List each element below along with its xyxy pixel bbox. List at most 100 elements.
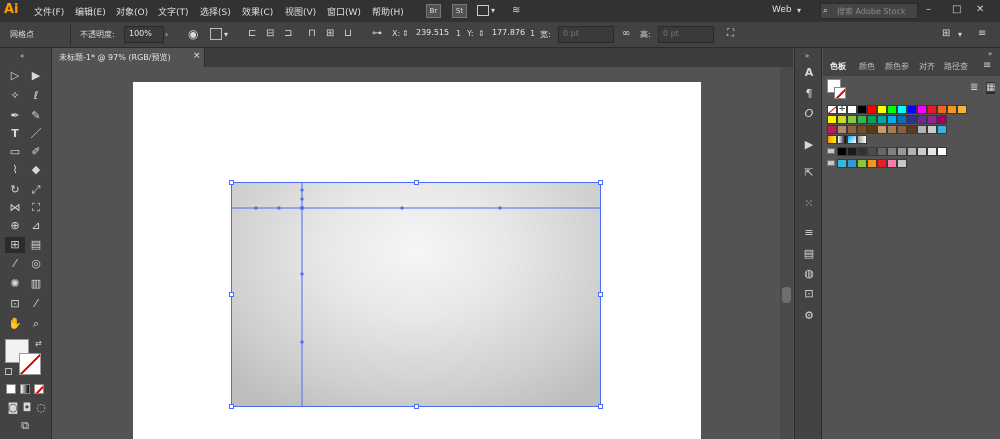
gradient-swatch[interactable] bbox=[827, 135, 837, 144]
bridge-button[interactable]: Br bbox=[426, 4, 441, 18]
color-swatch[interactable] bbox=[927, 125, 937, 134]
grid-view-icon[interactable]: ▦ bbox=[986, 82, 996, 94]
align-right-icon[interactable]: ⊐ bbox=[284, 28, 292, 40]
document-tab[interactable]: 未标题-1* @ 97% (RGB/预览) × bbox=[53, 48, 205, 67]
color-swatch[interactable] bbox=[897, 115, 907, 124]
color-swatch[interactable] bbox=[957, 105, 967, 114]
gray-swatch[interactable] bbox=[847, 147, 857, 156]
stepper-icon[interactable]: ⇕ bbox=[402, 28, 409, 40]
list-view-icon[interactable]: ≣ bbox=[970, 82, 978, 94]
color-swatch[interactable] bbox=[827, 115, 837, 124]
shaper-tool-icon[interactable]: ⌇ bbox=[6, 162, 24, 178]
none-swatch[interactable] bbox=[827, 105, 837, 114]
line-tool-icon[interactable]: ／ bbox=[27, 126, 45, 142]
vertical-scrollbar[interactable] bbox=[780, 67, 793, 439]
gray-swatch[interactable] bbox=[897, 147, 907, 156]
color-swatch[interactable] bbox=[847, 115, 857, 124]
transparency-panel-icon[interactable]: ◍ bbox=[801, 266, 817, 282]
eraser-tool-icon[interactable]: ◆ bbox=[27, 162, 45, 178]
gray-swatch[interactable] bbox=[887, 147, 897, 156]
height-input[interactable]: 0 pt bbox=[658, 26, 714, 43]
stroke-panel-icon[interactable]: ≡ bbox=[801, 225, 817, 241]
direct-selection-tool-icon[interactable]: ▶ bbox=[27, 68, 45, 84]
gradient-swatch[interactable] bbox=[847, 135, 857, 144]
width-input[interactable]: 0 pt bbox=[558, 26, 614, 43]
gray-swatch[interactable] bbox=[917, 147, 927, 156]
arrange-documents-icon[interactable] bbox=[477, 5, 489, 16]
opacity-input[interactable]: 100% bbox=[124, 26, 164, 43]
column-graph-tool-icon[interactable]: ▥ bbox=[27, 276, 45, 292]
symbol-sprayer-tool-icon[interactable]: ✺ bbox=[6, 276, 24, 292]
appearance-panel-icon[interactable]: ⚙ bbox=[801, 308, 817, 324]
mesh-tool-icon[interactable]: ⊞ bbox=[5, 237, 25, 253]
color-group-folder-icon[interactable] bbox=[827, 148, 835, 154]
gradient-swatch[interactable] bbox=[837, 135, 847, 144]
eyedropper-tool-icon[interactable]: ⁄ bbox=[6, 256, 24, 272]
color-swatch[interactable] bbox=[867, 105, 877, 114]
color-swatch[interactable] bbox=[877, 115, 887, 124]
pen-tool-icon[interactable]: ✒ bbox=[6, 108, 24, 124]
color-swatch[interactable] bbox=[897, 125, 907, 134]
link-proportions-icon[interactable]: ∞ bbox=[622, 28, 630, 40]
color-swatch[interactable] bbox=[857, 115, 867, 124]
gray-swatch[interactable] bbox=[907, 147, 917, 156]
chevron-down-icon[interactable]: ▾ bbox=[797, 5, 801, 17]
align-bottom-icon[interactable]: ⊔ bbox=[344, 28, 352, 40]
x-input[interactable]: 239.515 bbox=[412, 26, 454, 43]
group-swatch[interactable] bbox=[887, 159, 897, 168]
collapse-icon[interactable]: » bbox=[805, 50, 809, 62]
color-swatch[interactable] bbox=[887, 125, 897, 134]
hand-tool-icon[interactable]: ✋ bbox=[6, 316, 24, 332]
draw-inside-icon[interactable]: ◌ bbox=[32, 400, 50, 416]
menu-type[interactable]: 文字(T) bbox=[158, 5, 189, 18]
color-swatch[interactable] bbox=[917, 125, 927, 134]
menu-select[interactable]: 选择(S) bbox=[200, 5, 231, 18]
curvature-tool-icon[interactable]: ✎ bbox=[27, 108, 45, 124]
align-vcenter-icon[interactable]: ⊞ bbox=[326, 28, 334, 40]
tab-align[interactable]: 对齐 bbox=[919, 61, 935, 72]
scroll-thumb[interactable] bbox=[782, 287, 791, 303]
menu-edit[interactable]: 编辑(E) bbox=[75, 5, 106, 18]
color-swatch[interactable] bbox=[937, 125, 947, 134]
color-swatch[interactable] bbox=[857, 105, 867, 114]
color-swatch[interactable] bbox=[837, 125, 847, 134]
color-swatch[interactable] bbox=[847, 125, 857, 134]
chevron-down-icon[interactable]: ▾ bbox=[491, 5, 495, 17]
align-to-icon[interactable] bbox=[210, 28, 222, 40]
selection-tool-icon[interactable]: ▷ bbox=[6, 68, 24, 84]
arrange-icon[interactable]: ⊞ bbox=[942, 28, 950, 40]
links-panel-icon[interactable]: ⊡ bbox=[801, 286, 817, 302]
color-swatch[interactable] bbox=[927, 105, 937, 114]
menu-object[interactable]: 对象(O) bbox=[116, 5, 148, 18]
gray-swatch[interactable] bbox=[927, 147, 937, 156]
rotate-tool-icon[interactable]: ↻ bbox=[6, 182, 24, 198]
close-icon[interactable]: ✕ bbox=[976, 4, 984, 16]
align-hcenter-icon[interactable]: ⊟ bbox=[266, 28, 274, 40]
color-swatch[interactable] bbox=[907, 125, 917, 134]
paintbrush-tool-icon[interactable]: ✐ bbox=[27, 144, 45, 160]
default-colors-icon[interactable] bbox=[5, 368, 12, 375]
group-swatch[interactable] bbox=[847, 159, 857, 168]
color-swatch[interactable] bbox=[917, 105, 927, 114]
color-swatch[interactable] bbox=[827, 125, 837, 134]
none-mode-icon[interactable] bbox=[34, 384, 44, 394]
color-swatch[interactable] bbox=[877, 105, 887, 114]
chevron-down-icon[interactable]: ▾ bbox=[958, 29, 962, 41]
transform-icon[interactable]: ⛶ bbox=[727, 28, 734, 40]
color-swatch[interactable] bbox=[867, 125, 877, 134]
stock-button[interactable]: St bbox=[452, 4, 467, 18]
color-swatch[interactable] bbox=[937, 115, 947, 124]
color-swatch[interactable] bbox=[837, 115, 847, 124]
gradient-tool-icon[interactable]: ▤ bbox=[27, 237, 45, 253]
collapse-icon[interactable]: » bbox=[988, 48, 992, 60]
color-swatch[interactable] bbox=[927, 115, 937, 124]
color-swatch[interactable] bbox=[847, 105, 857, 114]
paragraph-panel-icon[interactable]: ¶ bbox=[801, 86, 817, 102]
panel-menu-icon[interactable]: ≡ bbox=[983, 60, 991, 72]
menu-effect[interactable]: 效果(C) bbox=[242, 5, 273, 18]
gpu-performance-icon[interactable]: ≋ bbox=[512, 5, 520, 17]
character-panel-icon[interactable]: A bbox=[801, 65, 817, 81]
color-swatch[interactable] bbox=[917, 115, 927, 124]
gray-swatch[interactable] bbox=[937, 147, 947, 156]
zoom-tool-icon[interactable]: ⌕ bbox=[27, 316, 45, 332]
